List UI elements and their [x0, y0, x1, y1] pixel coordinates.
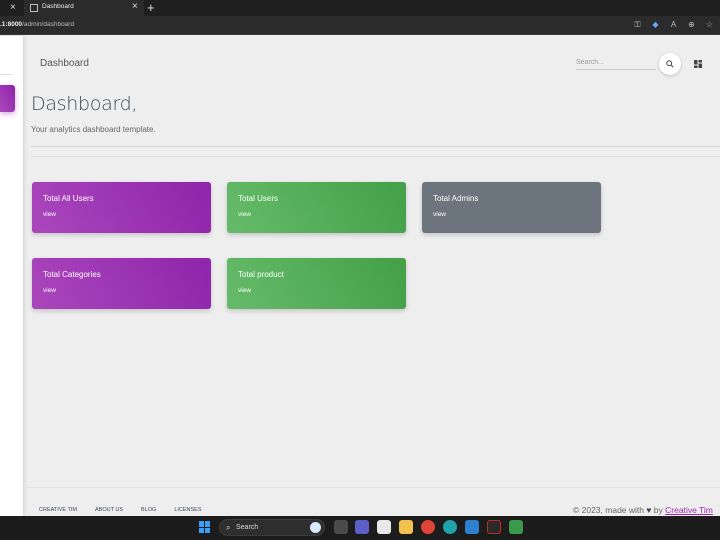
divider — [31, 156, 720, 157]
card-title: Total All Users — [43, 194, 94, 203]
card-total-users: Total Users view — [227, 182, 406, 233]
key-icon[interactable]: ⚿ — [633, 20, 642, 29]
footer-link-licenses[interactable]: LICENSES — [174, 507, 201, 513]
divider — [31, 146, 720, 147]
laravel-icon[interactable] — [487, 520, 501, 534]
url-text[interactable]: .1:8000/admin/dashboard — [0, 21, 74, 28]
footer-link-about-us[interactable]: ABOUT US — [95, 507, 123, 513]
copyright-text: © 2023, made with — [573, 505, 644, 515]
view-link[interactable]: view — [238, 211, 251, 218]
page-icon — [30, 4, 38, 12]
tab-close-icon[interactable]: × — [132, 1, 138, 13]
card-total-product: Total product view — [227, 258, 406, 309]
address-bar-actions: ⚿ ◆ A ⊕ ☆ — [633, 20, 714, 29]
view-link[interactable]: view — [43, 211, 56, 218]
tab-title: Dashboard — [42, 3, 74, 10]
card-title: Total product — [238, 270, 284, 279]
bing-icon — [310, 522, 321, 533]
sidebar-divider — [0, 74, 12, 75]
card-total-categories: Total Categories view — [32, 258, 211, 309]
page-subtitle: Your analytics dashboard template. — [31, 125, 156, 134]
search-icon — [666, 60, 674, 68]
copyright-brand-link[interactable]: Creative Tim — [665, 505, 713, 515]
dashboard-icon[interactable] — [694, 60, 702, 68]
url-host: .1:8000 — [0, 21, 23, 28]
taskbar-search-label: Search — [236, 524, 259, 531]
footer-divider — [23, 487, 720, 488]
page-title: Dashboard, — [31, 93, 138, 115]
browser-tab-bar: × Dashboard × + — [0, 0, 720, 16]
card-total-all-users: Total All Users view — [32, 182, 211, 233]
taskbar-search[interactable]: ⌕ Search — [219, 519, 325, 536]
view-link[interactable]: view — [433, 211, 446, 218]
windows-start-icon[interactable] — [199, 521, 211, 533]
heart-icon: ♥ — [646, 505, 652, 515]
copyright: © 2023, made with ♥ by Creative Tim — [573, 505, 713, 515]
chrome-icon[interactable] — [421, 520, 435, 534]
vscode-icon[interactable] — [465, 520, 479, 534]
teams-icon[interactable] — [355, 520, 369, 534]
card-title: Total Admins — [433, 194, 479, 203]
git-icon[interactable] — [509, 520, 523, 534]
store-icon[interactable] — [377, 520, 391, 534]
tag-icon[interactable]: ◆ — [651, 20, 660, 29]
card-title: Total Categories — [43, 270, 101, 279]
task-view-icon[interactable] — [334, 520, 348, 534]
url-path: /admin/dashboard — [22, 21, 75, 28]
sidebar-item-active[interactable] — [0, 85, 15, 112]
footer-link-creative-tim[interactable]: CREATIVE TIM — [39, 507, 77, 513]
copyright-by: by — [653, 505, 663, 515]
search-input[interactable] — [576, 56, 656, 70]
address-bar[interactable]: .1:8000/admin/dashboard ⚿ ◆ A ⊕ ☆ — [0, 16, 720, 35]
zoom-icon[interactable]: ⊕ — [687, 20, 696, 29]
read-aloud-icon[interactable]: A — [669, 20, 678, 29]
favorite-icon[interactable]: ☆ — [705, 20, 714, 29]
view-link[interactable]: view — [238, 287, 251, 294]
footer-link-blog[interactable]: BLOG — [141, 507, 156, 513]
edge-icon[interactable] — [443, 520, 457, 534]
footer-nav: CREATIVE TIM ABOUT US BLOG LICENSES — [39, 507, 220, 513]
new-tab-icon[interactable]: + — [147, 0, 155, 15]
card-total-admins: Total Admins view — [422, 182, 601, 233]
navbar-title[interactable]: Dashboard — [40, 58, 89, 69]
browser-tab[interactable]: Dashboard × — [24, 0, 144, 16]
close-icon[interactable]: × — [10, 2, 16, 14]
view-link[interactable]: view — [43, 287, 56, 294]
search-icon: ⌕ — [226, 523, 231, 532]
search-button[interactable] — [659, 53, 681, 75]
file-explorer-icon[interactable] — [399, 520, 413, 534]
card-title: Total Users — [238, 194, 279, 203]
